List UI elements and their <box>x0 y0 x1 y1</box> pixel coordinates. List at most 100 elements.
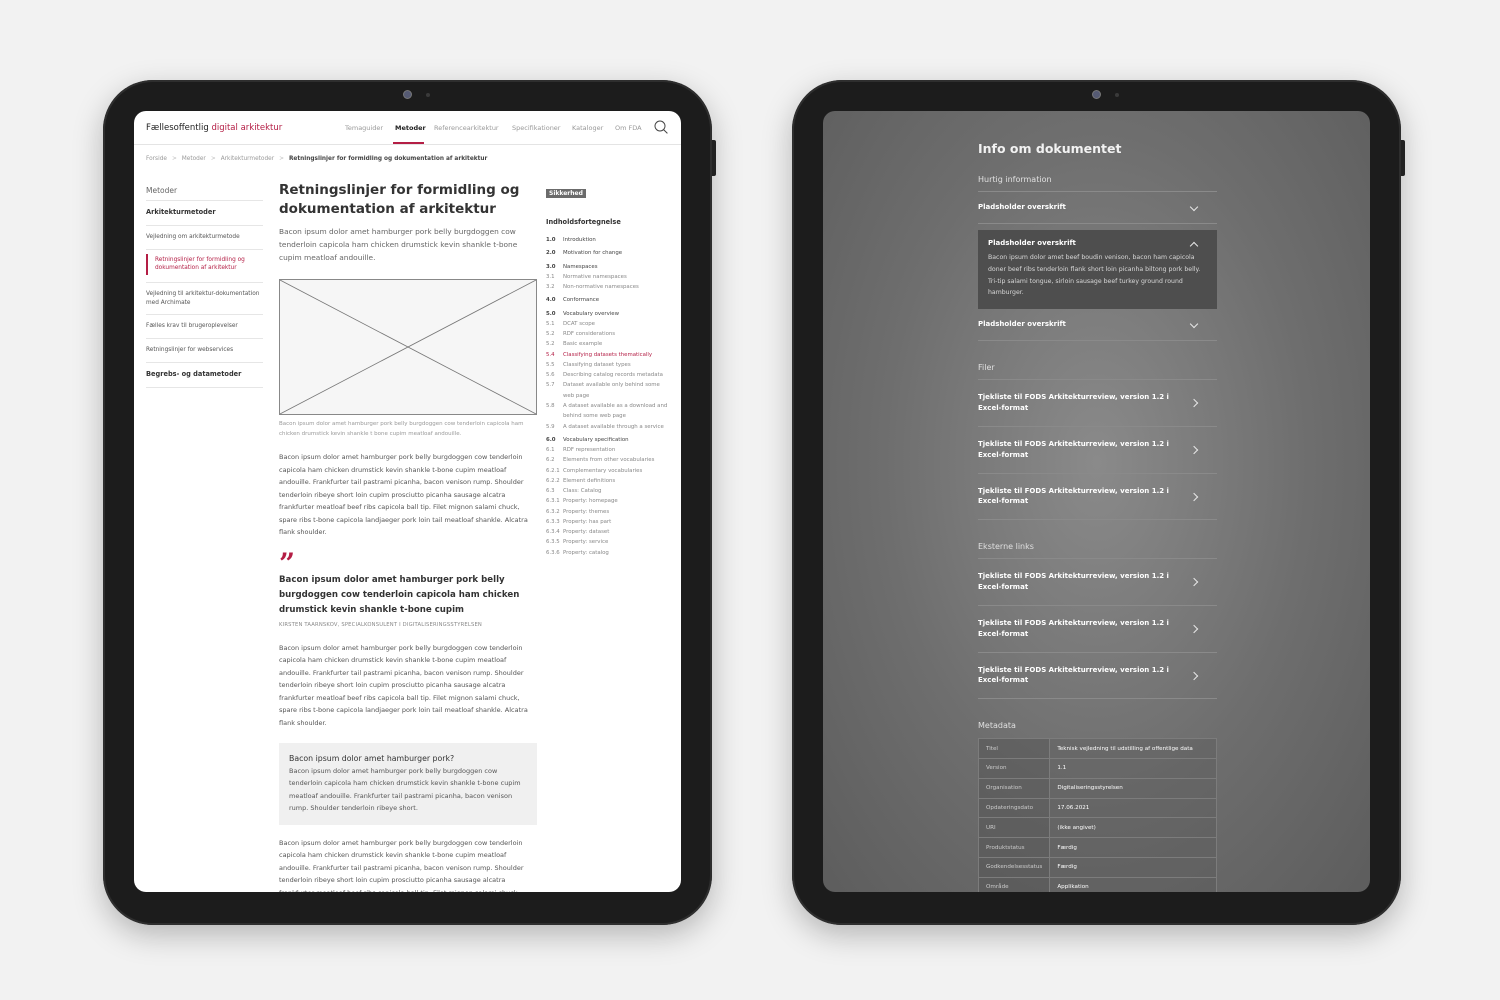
sidebar-item-retningslinjer-active[interactable]: Retningslinjer for formidling og dokumen… <box>146 253 263 275</box>
toc-item[interactable]: 6.3.2 Property: themes <box>546 507 671 517</box>
toc-item[interactable]: 5.4 Classifying datasets thematically <box>546 350 671 360</box>
toc-item-label: Complementary vocabularies <box>563 467 643 474</box>
info-box: Bacon ipsum dolor amet hamburger pork? B… <box>279 743 537 825</box>
breadcrumb-forside[interactable]: Forside <box>146 156 167 162</box>
toc-item-number: 3.2 <box>546 284 555 291</box>
quote-author: KIRSTEN TAARNSKOV, SPECIALKONSULENT I DI… <box>279 621 483 628</box>
search-icon[interactable] <box>654 120 668 134</box>
toc-item[interactable]: 1.0 Introduktion <box>546 235 671 245</box>
toc-item-number: 5.8 <box>546 402 555 409</box>
toc-item-number: 6.2 <box>546 457 555 464</box>
toc-item[interactable]: 3.0 Namespaces <box>546 262 671 272</box>
toc-item[interactable]: 5.1 DCAT scope <box>546 319 671 329</box>
accordion-item-open[interactable]: Pladsholder overskrift Bacon ipsum dolor… <box>978 230 1217 310</box>
toc-item[interactable]: 6.2.1 Complementary vocabularies <box>546 466 671 476</box>
accordion-item[interactable]: Pladsholder overskrift <box>978 192 1217 224</box>
sidebar-item-archimate[interactable]: Vejledning til arkitektur-dokumentation … <box>146 283 263 316</box>
toc-item-number: 6.3.5 <box>546 539 560 546</box>
sidebar-section-begrebs[interactable]: Begrebs- og datametoder <box>146 363 263 388</box>
front-camera <box>373 88 443 100</box>
panel-title: Info om dokumentet <box>978 141 1122 156</box>
sidebar-item-webservices[interactable]: Retningslinjer for webservices <box>146 339 263 363</box>
metadata-row: Organisation Digitaliseringsstyrelsen <box>977 777 1217 799</box>
toc-item[interactable]: 6.3 Class: Catalog <box>546 486 671 496</box>
file-label: Tjekliste til FODS Arkitekturreview, ver… <box>978 393 1169 412</box>
metadata-value: Færdig <box>1049 837 1217 859</box>
toc-item[interactable]: 6.2.2 Element definitions <box>546 476 671 486</box>
toc-item[interactable]: 6.3.6 Property: catalog <box>546 548 671 558</box>
toc-item[interactable]: 5.5 Classifying dataset types <box>546 360 671 370</box>
toc-item[interactable]: 3.1 Normative namespaces <box>546 272 671 282</box>
breadcrumb-arkitekturmetoder[interactable]: Arkitekturmetoder <box>221 156 274 162</box>
accordion-label: Pladsholder overskrift <box>978 320 1066 329</box>
file-link[interactable]: Tjekliste til FODS Arkitekturreview, ver… <box>978 380 1217 427</box>
toc-item-number: 6.0 <box>546 436 556 443</box>
toc-item[interactable]: 5.8 A dataset available as a download and… <box>546 401 671 422</box>
toc-item-label: Introduktion <box>563 237 596 243</box>
nav-item-specifikationer[interactable]: Specifikationer <box>512 124 560 132</box>
site-logo[interactable]: Fællesoffentlig digital arkitektur <box>146 123 282 133</box>
volume-button <box>1401 140 1405 176</box>
toc-item[interactable]: 6.3.4 Property: dataset <box>546 527 671 537</box>
toc-item[interactable]: 6.3.3 Property: has part <box>546 517 671 527</box>
section-metadata: Metadata <box>978 721 1016 731</box>
toc-item-number: 6.3.4 <box>546 529 560 536</box>
toc-item[interactable]: 3.2 Non-normative namespaces <box>546 282 671 292</box>
breadcrumb-metoder[interactable]: Metoder <box>182 156 206 162</box>
file-link[interactable]: Tjekliste til FODS Arkitekturreview, ver… <box>978 474 1217 521</box>
nav-item-metoder[interactable]: Metoder <box>395 124 426 132</box>
sidebar-item-brugeroplevelser[interactable]: Fælles krav til brugeroplevelser <box>146 315 263 340</box>
chevron-right-icon <box>1189 624 1199 634</box>
accordion-label: Pladsholder overskrift <box>988 239 1076 247</box>
toc-item-number: 5.7 <box>546 382 555 389</box>
sidebar-item-vejledning[interactable]: Vejledning om arkitekturmetode <box>146 226 263 250</box>
toc-item-label: Property: has part <box>563 518 612 525</box>
toc-item[interactable]: 6.3.5 Property: service <box>546 537 671 547</box>
accordion-label: Pladsholder overskrift <box>978 203 1066 211</box>
toc-item[interactable]: 6.3.1 Property: homepage <box>546 496 671 506</box>
toc-item-number: 6.3.2 <box>546 508 560 515</box>
toc-item-label: Dataset available only behind some web p… <box>563 382 660 399</box>
toc-item[interactable]: 4.0 Conformance <box>546 295 671 305</box>
toc-item-label: Describing catalog records metadata <box>563 372 663 379</box>
toc-item-number: 5.9 <box>546 423 555 430</box>
info-panel: Info om dokumentet Hurtig information Pl… <box>977 141 1217 892</box>
external-link[interactable]: Tjekliste til FODS Arkitekturreview, ver… <box>978 559 1217 606</box>
external-link[interactable]: Tjekliste til FODS Arkitekturreview, ver… <box>978 653 1217 700</box>
metadata-value: Applikation <box>1049 876 1217 892</box>
toc-item[interactable]: 5.6 Describing catalog records metadata <box>546 370 671 380</box>
external-link[interactable]: Tjekliste til FODS Arkitekturreview, ver… <box>978 606 1217 653</box>
toc-item[interactable]: 5.2 RDF considerations <box>546 329 671 339</box>
metadata-row: Godkendelsesstatus Færdig <box>977 857 1217 878</box>
chevron-right-icon <box>1189 492 1199 501</box>
toc-item[interactable]: 5.9 A dataset available through a service <box>546 422 671 432</box>
sidebar-title[interactable]: Metoder <box>146 186 263 201</box>
metadata-key: Godkendelsesstatus <box>977 857 1051 878</box>
accordion-item[interactable]: Pladsholder overskrift <box>978 309 1217 342</box>
toc-item[interactable]: 6.0 Vocabulary specification <box>546 435 671 445</box>
toc-item-label: A dataset available through a service <box>563 423 664 430</box>
toc-item-label: Property: catalog <box>563 549 609 556</box>
nav-item-om-fda[interactable]: Om FDA <box>615 124 642 132</box>
toc-item[interactable]: 6.2 Elements from other vocabularies <box>546 455 671 465</box>
sidebar-section-arkitekturmetoder[interactable]: Arkitekturmetoder <box>146 201 263 226</box>
toc-item[interactable]: 6.1 RDF representation <box>546 445 671 455</box>
toc-item[interactable]: 5.7 Dataset available only behind some we… <box>546 380 671 401</box>
toc-item-label: Motivation for change <box>563 250 623 257</box>
tag-badge[interactable]: Sikkerhed <box>546 189 586 198</box>
link-label: Tjekliste til FODS Arkitekturreview, ver… <box>978 665 1169 685</box>
nav-item-temaguider[interactable]: Temaguider <box>345 124 383 132</box>
toc-item[interactable]: 2.0 Motivation for change <box>546 248 671 258</box>
nav-item-kataloger[interactable]: Kataloger <box>572 124 603 132</box>
metadata-row: URI (ikke angivet) <box>977 817 1217 839</box>
pull-quote: Bacon ipsum dolor amet hamburger pork be… <box>279 574 520 615</box>
metadata-key: Titel <box>977 738 1051 760</box>
file-label: Tjekliste til FODS Arkitekturreview, ver… <box>978 486 1169 506</box>
toc-item-number: 6.1 <box>546 447 555 454</box>
toc-item[interactable]: 5.2 Basic example <box>546 339 671 349</box>
toc-item[interactable]: 5.0 Vocabulary overview <box>546 309 671 319</box>
metadata-key: Version <box>977 758 1051 779</box>
metadata-value: 1.1 <box>1049 758 1217 779</box>
nav-item-referencearkitektur[interactable]: Referencearkitektur <box>434 124 499 132</box>
file-link[interactable]: Tjekliste til FODS Arkitekturreview, ver… <box>978 427 1217 474</box>
